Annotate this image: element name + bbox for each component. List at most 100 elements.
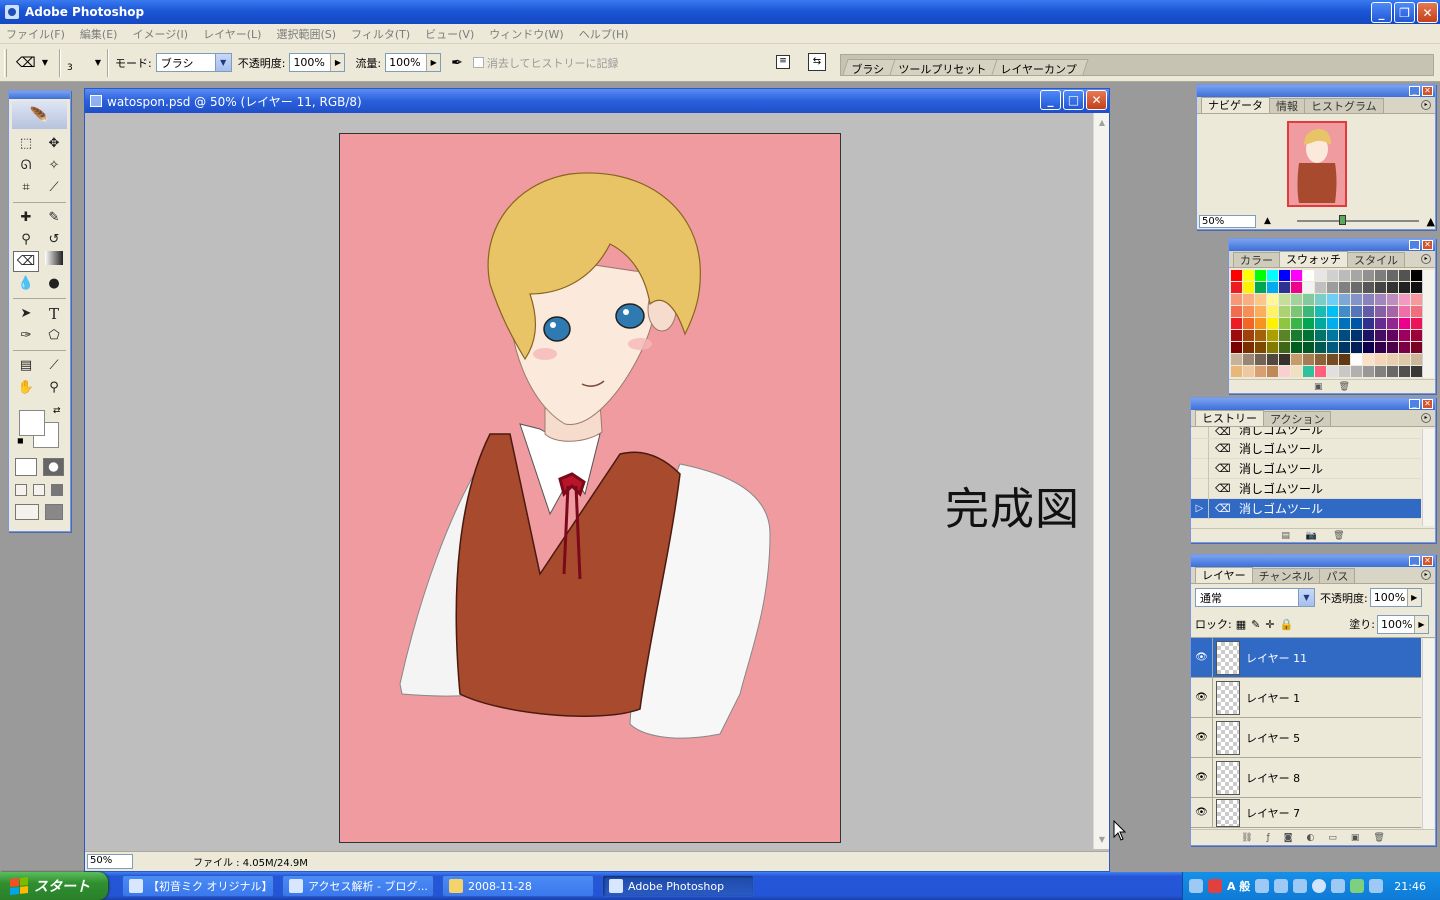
screen-mode-full-icon[interactable]	[51, 484, 63, 496]
toolbox-titlebar[interactable]	[9, 91, 70, 99]
swatch-cell[interactable]	[1279, 282, 1290, 293]
swatch-cell[interactable]	[1351, 318, 1362, 329]
screen-mode-menubar-icon[interactable]	[33, 484, 45, 496]
pen-tool-icon[interactable]: ✑	[13, 325, 39, 346]
default-colors-icon[interactable]: ◼	[17, 436, 24, 445]
new-layer-icon[interactable]: ▣	[1351, 833, 1360, 843]
menu-view[interactable]: ビュー(V)	[425, 26, 474, 42]
navigator-zoom-slider[interactable]	[1296, 215, 1419, 225]
swatch-cell[interactable]	[1255, 354, 1266, 365]
swatch-cell[interactable]	[1339, 306, 1350, 317]
swatch-cell[interactable]	[1303, 342, 1314, 353]
swatch-cell[interactable]	[1375, 330, 1386, 341]
swatch-cell[interactable]	[1267, 282, 1278, 293]
tab-color[interactable]: カラー	[1233, 252, 1280, 267]
swatch-cell[interactable]	[1363, 270, 1374, 281]
menu-filter[interactable]: フィルタ(T)	[351, 26, 410, 42]
swatch-cell[interactable]	[1303, 294, 1314, 305]
swatch-cell[interactable]	[1315, 306, 1326, 317]
shape-tool-icon[interactable]: ⬠	[41, 325, 67, 346]
menu-edit[interactable]: 編集(E)	[80, 26, 118, 42]
notes-tool-icon[interactable]: ▤	[13, 355, 39, 376]
dodge-tool-icon[interactable]: ●	[41, 273, 67, 294]
swatch-cell[interactable]	[1327, 366, 1338, 377]
tab-info[interactable]: 情報	[1269, 98, 1305, 113]
swatch-cell[interactable]	[1291, 294, 1302, 305]
navigator-thumbnail[interactable]	[1287, 121, 1347, 207]
swatch-cell[interactable]	[1411, 366, 1422, 377]
layer-row[interactable]: 👁 レイヤー 8	[1191, 757, 1421, 798]
swatch-cell[interactable]	[1267, 366, 1278, 377]
opacity-input[interactable]: 100% ▶	[289, 53, 346, 72]
palette-close-icon[interactable]: ✕	[1422, 240, 1433, 250]
swatch-cell[interactable]	[1255, 306, 1266, 317]
swatch-cell[interactable]	[1411, 282, 1422, 293]
layers-scrollbar[interactable]	[1422, 639, 1434, 829]
swatch-cell[interactable]	[1291, 342, 1302, 353]
imageready-icon[interactable]	[45, 504, 63, 520]
layer-row[interactable]: 👁 レイヤー 5	[1191, 717, 1421, 758]
artboard[interactable]	[339, 133, 841, 843]
swatch-cell[interactable]	[1363, 366, 1374, 377]
chevron-right-icon[interactable]: ▶	[426, 54, 441, 71]
menu-file[interactable]: ファイル(F)	[6, 26, 65, 42]
zoom-field[interactable]: 50%	[87, 854, 133, 869]
layer-name[interactable]: レイヤー 7	[1246, 805, 1300, 821]
document-close-button[interactable]: ✕	[1086, 90, 1107, 110]
swatch-cell[interactable]	[1375, 306, 1386, 317]
close-button[interactable]: ✕	[1417, 2, 1438, 23]
brush-picker[interactable]: 3 ▼	[67, 53, 101, 73]
flow-input[interactable]: 100% ▶	[385, 53, 442, 72]
visibility-eye-icon[interactable]: 👁	[1191, 798, 1213, 827]
visibility-eye-icon[interactable]: 👁	[1191, 717, 1213, 758]
swatch-cell[interactable]	[1399, 306, 1410, 317]
taskbar-item-folder[interactable]: 2008-11-28	[442, 875, 594, 897]
swatch-cell[interactable]	[1339, 294, 1350, 305]
palette-titlebar[interactable]: _ ✕	[1229, 239, 1435, 251]
swatch-cell[interactable]	[1315, 318, 1326, 329]
tab-histogram[interactable]: ヒストグラム	[1304, 98, 1384, 113]
new-document-from-state-icon[interactable]: ▤	[1281, 531, 1290, 541]
swatch-cell[interactable]	[1243, 318, 1254, 329]
snapshot-camera-icon[interactable]: 📷	[1306, 531, 1317, 541]
swatch-cell[interactable]	[1243, 270, 1254, 281]
swatch-cell[interactable]	[1363, 318, 1374, 329]
user-icon[interactable]	[1350, 879, 1365, 893]
photoshop-app-icon[interactable]	[5, 5, 19, 19]
start-button[interactable]: スタート	[0, 872, 108, 900]
swatch-cell[interactable]	[1255, 342, 1266, 353]
history-brush-tool-icon[interactable]: ↺	[41, 229, 67, 250]
healing-brush-tool-icon[interactable]: ✚	[13, 207, 39, 228]
taskbar-item-browser-2[interactable]: アクセス解析 - ブログ...	[282, 875, 434, 897]
swatch-cell[interactable]	[1267, 306, 1278, 317]
adobe-online-button[interactable]: 🪶	[12, 101, 67, 129]
palette-toggle-icon[interactable]: ≡	[776, 55, 790, 69]
swatch-cell[interactable]	[1315, 282, 1326, 293]
new-swatch-icon[interactable]: ▣	[1314, 382, 1323, 392]
swatch-cell[interactable]	[1291, 366, 1302, 377]
swatch-cell[interactable]	[1375, 342, 1386, 353]
swatch-cell[interactable]	[1279, 306, 1290, 317]
history-item[interactable]: ⌫ 消しゴムツール	[1191, 458, 1421, 479]
history-item[interactable]: ⌫ 消しゴムツール	[1191, 427, 1421, 439]
swatch-cell[interactable]	[1387, 282, 1398, 293]
swatch-cell[interactable]	[1231, 270, 1242, 281]
tab-styles[interactable]: スタイル	[1347, 252, 1405, 267]
swatch-cell[interactable]	[1399, 282, 1410, 293]
standard-mode-icon[interactable]	[15, 458, 37, 476]
swatch-cell[interactable]	[1387, 342, 1398, 353]
swatch-cell[interactable]	[1231, 282, 1242, 293]
layer-name[interactable]: レイヤー 11	[1246, 650, 1307, 666]
swatch-cell[interactable]	[1339, 282, 1350, 293]
well-tab-layer-comps[interactable]: レイヤーカンプ	[991, 59, 1089, 76]
minimize-button[interactable]: _	[1371, 2, 1392, 23]
chevron-right-icon[interactable]: ▶	[330, 54, 345, 71]
swatch-cell[interactable]	[1279, 330, 1290, 341]
swatch-cell[interactable]	[1303, 330, 1314, 341]
palette-titlebar[interactable]: _ ✕	[1191, 398, 1435, 410]
swatch-cell[interactable]	[1315, 342, 1326, 353]
swatch-cell[interactable]	[1291, 330, 1302, 341]
swatch-cell[interactable]	[1303, 282, 1314, 293]
swatch-cell[interactable]	[1351, 306, 1362, 317]
palette-menu-icon[interactable]: ▸	[1421, 570, 1431, 580]
